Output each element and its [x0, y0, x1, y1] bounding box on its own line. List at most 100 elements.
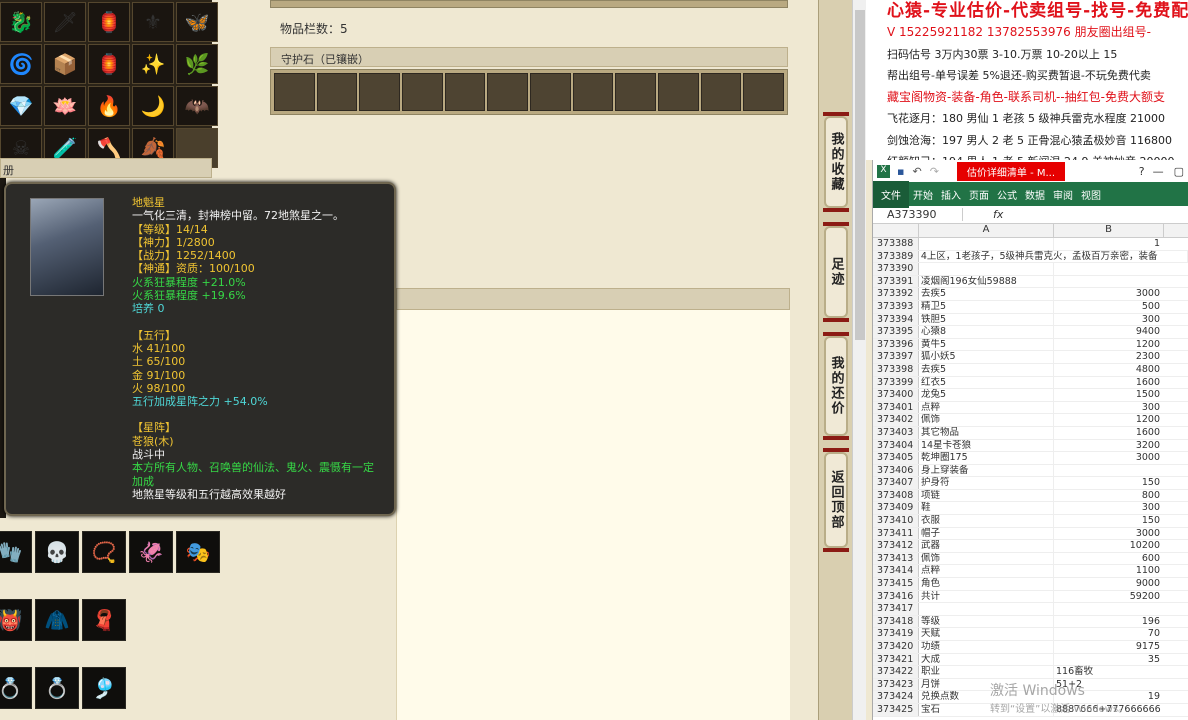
- cell-a[interactable]: 红衣5: [919, 376, 1054, 389]
- cell-a[interactable]: 心猿8: [919, 326, 1054, 338]
- ribbon-tab[interactable]: 插入: [937, 187, 965, 202]
- my-favorites-button[interactable]: 我的收藏: [823, 112, 849, 212]
- row-number[interactable]: 373421: [873, 653, 919, 666]
- cell-a[interactable]: 凌烟阁196女仙59888: [919, 275, 1054, 288]
- cell-b[interactable]: 1100: [1054, 565, 1164, 577]
- guard-stone-slot[interactable]: [743, 73, 785, 111]
- cell-a[interactable]: 4上区，1老孩子，5级神兵雷克火，孟极百万亲密，装备: [919, 250, 1188, 263]
- cell-b[interactable]: 196: [1054, 616, 1164, 628]
- cell-a[interactable]: 护身符: [919, 477, 1054, 489]
- cell-a[interactable]: 帽子: [919, 527, 1054, 540]
- row-number[interactable]: 373395: [873, 326, 919, 338]
- row-number[interactable]: 373406: [873, 464, 919, 477]
- row-number[interactable]: 373411: [873, 527, 919, 540]
- cell-b[interactable]: [1054, 276, 1164, 288]
- cell-b[interactable]: 2300: [1054, 351, 1164, 363]
- inventory-slot[interactable]: 🌙: [132, 86, 174, 126]
- cell-a[interactable]: 去疾5: [919, 363, 1054, 376]
- cell-b[interactable]: 300: [1054, 502, 1164, 514]
- cell-a[interactable]: 武器: [919, 540, 1054, 552]
- cell-a[interactable]: 佩饰: [919, 414, 1054, 426]
- ribbon-tab[interactable]: 文件: [873, 180, 909, 208]
- row-number[interactable]: 373394: [873, 313, 919, 326]
- row-number[interactable]: 373403: [873, 426, 919, 439]
- equipment-icon[interactable]: 🧥: [35, 599, 79, 641]
- cell-a[interactable]: 点粹: [919, 401, 1054, 414]
- cell-a[interactable]: 佩饰: [919, 552, 1054, 565]
- cell-a[interactable]: 项链: [919, 489, 1054, 502]
- equipment-icon[interactable]: 🧣: [82, 599, 126, 641]
- undo-icon[interactable]: ↶: [912, 165, 921, 178]
- cell-a[interactable]: 大成: [919, 653, 1054, 666]
- cell-b[interactable]: 10200: [1054, 540, 1164, 552]
- cell-a[interactable]: 精卫5: [919, 300, 1054, 313]
- cell-a[interactable]: 狐小妖5: [919, 351, 1054, 363]
- cell-b[interactable]: 300: [1054, 314, 1164, 326]
- row-number[interactable]: 373400: [873, 389, 919, 401]
- row-number[interactable]: 373417: [873, 603, 919, 615]
- ribbon-tab[interactable]: 审阅: [1049, 187, 1077, 202]
- ribbon-tab[interactable]: 数据: [1021, 187, 1049, 202]
- row-number[interactable]: 373418: [873, 615, 919, 628]
- cell-b[interactable]: 9400: [1054, 326, 1164, 338]
- inventory-slot[interactable]: 🌀: [0, 44, 42, 84]
- inventory-slot[interactable]: 🪷: [44, 86, 86, 126]
- cell-b[interactable]: 1600: [1054, 377, 1164, 389]
- save-icon[interactable]: ▪: [897, 165, 904, 178]
- footprint-button[interactable]: 足迹: [823, 222, 849, 322]
- guard-stone-slot[interactable]: [402, 73, 443, 111]
- cell-a[interactable]: 天赋: [919, 628, 1054, 640]
- cell-b[interactable]: 1200: [1054, 339, 1164, 351]
- row-number[interactable]: 373422: [873, 666, 919, 678]
- row-number[interactable]: 373396: [873, 338, 919, 351]
- cell-a[interactable]: 鞋: [919, 502, 1054, 515]
- ribbon-tab[interactable]: 页面: [965, 187, 993, 202]
- guard-stone-slot[interactable]: [487, 73, 529, 111]
- guard-stone-slot[interactable]: [658, 73, 699, 111]
- row-number[interactable]: 373392: [873, 288, 919, 300]
- scrollbar-thumb[interactable]: [855, 10, 865, 340]
- cell-b[interactable]: 500: [1054, 301, 1164, 313]
- row-number[interactable]: 373391: [873, 275, 919, 288]
- cell-b[interactable]: [1054, 603, 1164, 615]
- cell-a[interactable]: 等级: [919, 615, 1054, 628]
- row-number[interactable]: 373388: [873, 238, 919, 250]
- column-b-header[interactable]: B: [1054, 224, 1164, 237]
- inventory-slot[interactable]: 🗡: [44, 2, 86, 42]
- cell-b[interactable]: 9175: [1054, 641, 1164, 653]
- row-number[interactable]: 373424: [873, 691, 919, 703]
- page-scrollbar[interactable]: [852, 0, 866, 720]
- cell-b[interactable]: 70: [1054, 628, 1164, 640]
- row-number[interactable]: 373410: [873, 515, 919, 527]
- cell-a[interactable]: [919, 263, 1054, 275]
- row-number[interactable]: 373389: [873, 250, 919, 263]
- cell-b[interactable]: 59200: [1054, 591, 1164, 603]
- row-number[interactable]: 373393: [873, 300, 919, 313]
- ribbon-tab[interactable]: 公式: [993, 187, 1021, 202]
- fx-icon[interactable]: fx: [993, 208, 1003, 221]
- column-a-header[interactable]: A: [919, 224, 1054, 237]
- cell-b[interactable]: 600: [1054, 553, 1164, 565]
- inventory-slot[interactable]: 💎: [0, 86, 42, 126]
- row-number[interactable]: 373416: [873, 590, 919, 603]
- cell-a[interactable]: 去疾5: [919, 288, 1054, 300]
- guard-stone-slot[interactable]: [274, 73, 315, 111]
- help-icon[interactable]: ?: [1139, 165, 1145, 178]
- inventory-slot[interactable]: 🏮: [88, 2, 130, 42]
- cell-a[interactable]: 功绩: [919, 641, 1054, 653]
- cell-b[interactable]: 1600: [1054, 427, 1164, 439]
- cell-a[interactable]: 乾坤圈175: [919, 452, 1054, 464]
- inventory-slot[interactable]: 🦋: [176, 2, 218, 42]
- cell-b[interactable]: 35: [1054, 654, 1164, 666]
- guard-stone-slot[interactable]: [615, 73, 657, 111]
- cell-b[interactable]: 1500: [1054, 389, 1164, 401]
- cell-a[interactable]: 铁胆5: [919, 313, 1054, 326]
- cell-a[interactable]: [919, 238, 1054, 250]
- equipment-icon[interactable]: 💍: [35, 667, 79, 709]
- row-number[interactable]: 373407: [873, 477, 919, 489]
- cell-b[interactable]: 3000: [1054, 288, 1164, 300]
- cell-b[interactable]: 3200: [1054, 440, 1164, 452]
- cell-b[interactable]: 150: [1054, 477, 1164, 489]
- guard-stone-slot[interactable]: [572, 73, 614, 111]
- row-number[interactable]: 373399: [873, 376, 919, 389]
